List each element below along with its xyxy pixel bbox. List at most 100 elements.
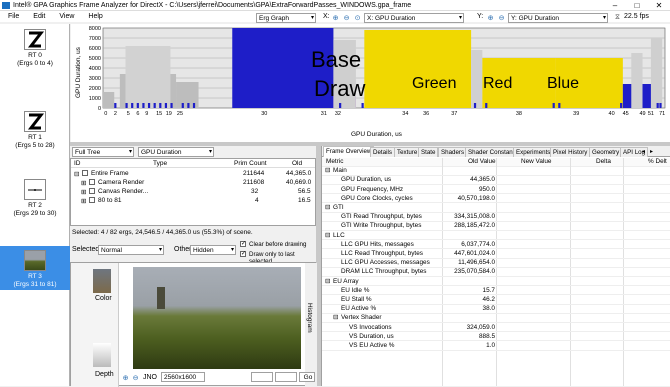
col-prim-count[interactable]: Prim Count (234, 160, 267, 167)
col-metric[interactable]: Metric (326, 158, 343, 167)
render-preview[interactable] (133, 267, 301, 369)
erg-chart-svg[interactable]: 800070006000500040003000200010000 025691… (71, 24, 670, 142)
metric-row[interactable]: DRAM LLC Throughput, bytes 235,070,584.0 (322, 268, 670, 277)
clear-before-drawing-checkbox[interactable] (240, 241, 248, 248)
collapse-icon[interactable]: ⊟ (325, 204, 330, 213)
metric-section[interactable]: ⊟ GTI (322, 204, 670, 213)
depth-buffer-thumb[interactable] (93, 343, 111, 367)
zoom-in-icon[interactable]: ⊕ (331, 13, 340, 22)
image-zoom-out-icon[interactable]: ⊖ (131, 373, 140, 382)
metric-row[interactable]: LLC GPU Hits, messages 6,037,774.0 (322, 241, 670, 250)
tree-row[interactable]: ⊞ Camera Render 211608 40,669.0 (71, 179, 315, 187)
color-buffer-thumb[interactable] (93, 269, 111, 293)
resolution-field[interactable]: 2560x1600 (161, 372, 205, 382)
metric-section[interactable]: ⊟ EU Array (322, 278, 670, 287)
tree-row[interactable]: ⊞ 80 to 81 4 16.5 (71, 197, 315, 205)
y-zoom-out-icon[interactable]: ⊖ (497, 13, 506, 22)
metric-section[interactable]: ⊟ Vertex Shader (322, 314, 670, 323)
menu-view[interactable]: View (59, 13, 74, 20)
metric-row[interactable]: EU Active % 38.0 (322, 305, 670, 314)
metric-row[interactable]: EU Idle % 15.7 (322, 287, 670, 296)
coord-x-field[interactable] (251, 372, 273, 382)
metric-old-value: 950.0 (479, 185, 495, 193)
erg-tree[interactable]: ID Type Prim Count Old ⊟ Entire Frame 21… (70, 158, 316, 226)
metric-row[interactable]: LLC Read Throughput, bytes 447,601,024.0 (322, 250, 670, 259)
metric-row[interactable]: VS EU Active % 1.0 (322, 342, 670, 351)
tab-experiments[interactable]: Experiments (513, 147, 554, 157)
coord-y-field[interactable] (275, 372, 297, 382)
render-target-2[interactable]: RT 2 (Ergs 29 to 30) (0, 179, 70, 218)
tab-scroll-right-icon[interactable]: ▸ (650, 148, 653, 155)
tab-scroll-left-icon[interactable]: ◂ (642, 148, 645, 155)
tree-row[interactable]: ⊞ Canvas Render... 32 56.5 (71, 188, 315, 196)
metric-section[interactable]: ⊟ LLC (322, 232, 670, 241)
expand-icon[interactable]: ⊞ (81, 179, 86, 187)
histogram-sidebar[interactable]: Histogram (305, 263, 317, 387)
col-pct-delta[interactable]: % Delt (648, 158, 667, 167)
metric-row[interactable]: GPU Frequency, MHz 950.0 (322, 186, 670, 195)
chart-bar-small (552, 103, 555, 108)
maximize-icon[interactable]: □ (626, 0, 648, 11)
metric-name: LLC Read Throughput, bytes (341, 250, 423, 257)
color-buffer-label: Color (95, 295, 112, 302)
x-metric-dropdown[interactable]: X: GPU Duration ▾ (364, 13, 464, 23)
image-zoom-in-icon[interactable]: ⊕ (121, 373, 130, 382)
y-zoom-in-icon[interactable]: ⊕ (486, 13, 495, 22)
metric-row[interactable]: EU Stall % 46.2 (322, 296, 670, 305)
menu-edit[interactable]: Edit (33, 13, 45, 20)
metric-row[interactable]: VS Invocations 324,059.0 (322, 324, 670, 333)
metric-section[interactable]: ⊟ Main (322, 167, 670, 176)
tab-frame-overview[interactable]: Frame Overview (323, 146, 375, 157)
minimize-icon[interactable]: – (604, 0, 626, 11)
y-metric-dropdown[interactable]: Y: GPU Duration ▾ (508, 13, 608, 23)
tab-texture[interactable]: Texture (394, 147, 421, 157)
metric-row[interactable]: GTI Write Throughput, bytes 288,185,472.0 (322, 222, 670, 231)
col-type[interactable]: Type (153, 160, 167, 167)
tab-geometry[interactable]: Geometry (589, 147, 623, 157)
menu-file[interactable]: File (8, 13, 19, 20)
collapse-icon[interactable]: ⊟ (325, 278, 330, 287)
render-target-1[interactable]: RT 1 (Ergs 5 to 28) (0, 111, 70, 150)
tree-metric-dropdown[interactable]: GPU Duration ▾ (138, 147, 214, 157)
col-new-value[interactable]: New Value (521, 158, 551, 167)
render-target-0[interactable]: RT 0 (Ergs 0 to 4) (0, 29, 70, 68)
go-button[interactable]: Go (299, 372, 315, 382)
selected-mode-dropdown[interactable]: Normal ▾ (98, 245, 164, 255)
col-old-value[interactable]: Old Value (468, 158, 496, 167)
col-id[interactable]: ID (74, 160, 81, 167)
checkbox[interactable] (89, 179, 97, 186)
image-pane[interactable]: Color Depth Histogram ⊕ ⊖ JNO 2560x1600 … (70, 262, 317, 387)
tab-shaders[interactable]: Shaders (438, 147, 468, 157)
col-old[interactable]: Old (292, 160, 302, 167)
tab-pixel-history[interactable]: Pixel History (550, 147, 591, 157)
chart-y-tick: 0 (98, 106, 101, 112)
checkbox[interactable] (89, 188, 97, 195)
metric-row[interactable]: LLC GPU Accesses, messages 11,496,654.0 (322, 259, 670, 268)
zoom-fit-icon[interactable]: ⊙ (353, 13, 362, 22)
render-target-3[interactable]: RT 3 (Ergs 31 to 81) (0, 246, 70, 290)
other-mode-dropdown[interactable]: Hidden ▾ (190, 245, 236, 255)
collapse-icon[interactable]: ⊟ (325, 167, 330, 176)
expand-icon[interactable]: ⊞ (81, 197, 86, 205)
tab-details[interactable]: Details (370, 147, 395, 157)
checkbox[interactable] (82, 170, 90, 177)
expand-icon[interactable]: ⊟ (74, 170, 79, 178)
tree-view-dropdown[interactable]: Full Tree ▾ (72, 147, 134, 157)
collapse-icon[interactable]: ⊟ (325, 232, 330, 241)
tab-state[interactable]: State (418, 147, 439, 157)
checkbox[interactable] (89, 197, 97, 204)
metric-row[interactable]: VS Duration, us 888.5 (322, 333, 670, 342)
tree-row[interactable]: ⊟ Entire Frame 211644 44,365.0 (71, 170, 315, 178)
menu-help[interactable]: Help (88, 13, 102, 20)
zoom-out-icon[interactable]: ⊖ (342, 13, 351, 22)
collapse-icon[interactable]: ⊟ (333, 314, 338, 323)
metric-row[interactable]: GTI Read Throughput, bytes 334,315,008.0 (322, 213, 670, 222)
expand-icon[interactable]: ⊞ (81, 188, 86, 196)
metric-row[interactable]: GPU Core Clocks, cycles 40,570,198.0 (322, 195, 670, 204)
col-delta[interactable]: Delta (596, 158, 611, 167)
draw-only-last-checkbox[interactable] (240, 251, 248, 258)
close-icon[interactable]: ✕ (648, 0, 670, 11)
metric-row[interactable]: GPU Duration, us 44,365.0 (322, 176, 670, 185)
erg-graph[interactable]: 8000 7000 6000 5000 4000 3000 2000 1000 0 025691… (71, 24, 670, 142)
graph-mode-dropdown[interactable]: Erg Graph ▾ (256, 13, 316, 23)
